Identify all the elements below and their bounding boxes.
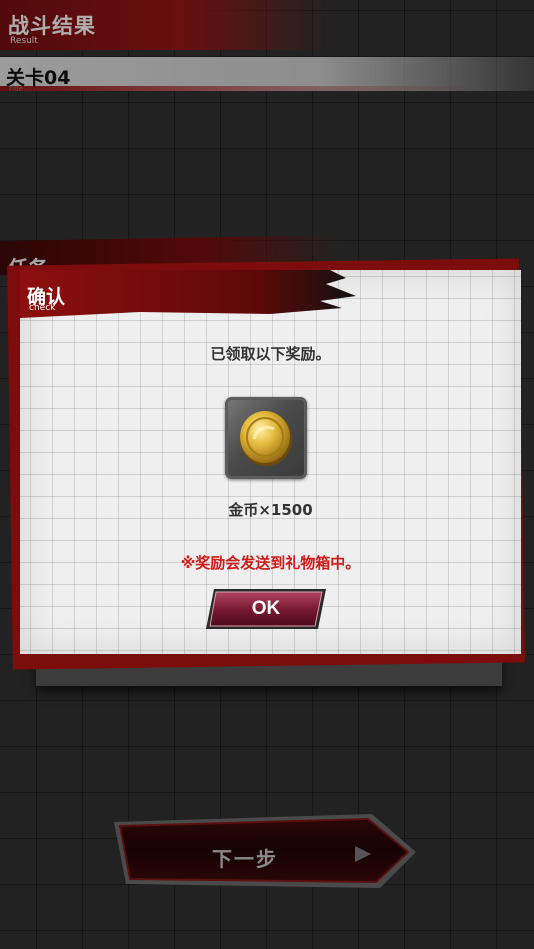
gift-box-note: ※奖励会发送到礼物箱中。 <box>180 554 361 572</box>
dialog-subtitle: check <box>29 303 56 313</box>
next-button-label: 下一步 <box>212 847 278 871</box>
dialog-message: 已领取以下奖励。 <box>210 345 331 363</box>
dialog-title-brush <box>20 270 356 318</box>
ok-button-label: OK <box>251 598 281 619</box>
ok-button[interactable]: OK <box>204 587 328 631</box>
play-arrow-icon <box>355 846 371 862</box>
gold-coin-icon <box>240 411 292 466</box>
next-button[interactable]: 下一步 <box>112 812 418 890</box>
reward-item-frame <box>225 397 307 479</box>
reward-name: 金币×1500 <box>228 501 313 519</box>
